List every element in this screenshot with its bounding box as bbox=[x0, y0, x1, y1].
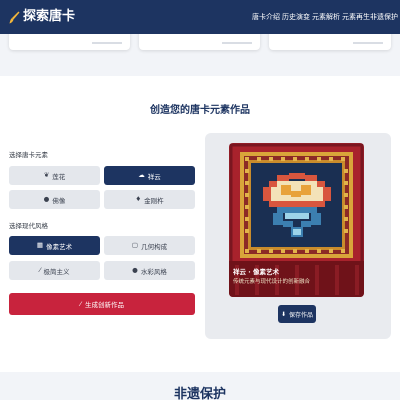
previous-section-cards bbox=[0, 34, 400, 54]
style-option-watercolor[interactable]: ● 水彩风格 bbox=[104, 261, 195, 280]
nav-link-elements[interactable]: 元素解析 bbox=[312, 13, 340, 22]
brush-icon: ⁄ bbox=[39, 266, 41, 275]
info-card bbox=[139, 34, 260, 50]
save-button[interactable]: ⬇ 保存作品 bbox=[278, 305, 316, 323]
generate-button[interactable]: ⁄ 生成创新作品 bbox=[9, 293, 195, 315]
style-option-pixel[interactable]: ▦ 像素艺术 bbox=[9, 236, 100, 255]
leaf-icon: ❦ bbox=[43, 171, 50, 180]
top-navbar: 探索唐卡 唐卡介绍 历史演变 元素解析 元素再生 非遗保护 bbox=[0, 0, 400, 34]
magic-wand-icon: ⁄ bbox=[79, 300, 82, 308]
cloud-icon: ☁ bbox=[138, 171, 145, 180]
brand-logo[interactable]: 探索唐卡 bbox=[9, 8, 75, 26]
artwork-caption-subtitle: 传统元素与现代设计的创新融合 bbox=[233, 279, 311, 285]
element-option-buddha[interactable]: ● 佛像 bbox=[9, 190, 100, 209]
grid-icon: ▦ bbox=[36, 241, 44, 250]
artwork-caption-title: 祥云 · 像素艺术 bbox=[233, 268, 279, 276]
nav-link-heritage[interactable]: 非遗保护 bbox=[370, 13, 398, 22]
style-option-minimal[interactable]: ⁄ 极简主义 bbox=[9, 261, 100, 280]
element-option-vajra[interactable]: ♦ 金刚杵 bbox=[104, 190, 195, 209]
create-section-title: 创造您的唐卡元素作品 bbox=[150, 105, 250, 116]
style-option-geometric[interactable]: ▢ 几何构成 bbox=[104, 236, 195, 255]
drop-icon: ● bbox=[132, 266, 138, 275]
heritage-section-title: 非遗保护 bbox=[173, 387, 226, 400]
nav-link-regeneration[interactable]: 元素再生 bbox=[342, 13, 370, 22]
info-card bbox=[269, 34, 391, 50]
nav-link-intro[interactable]: 唐卡介绍 bbox=[252, 13, 280, 22]
element-group-label: 选择唐卡元素 bbox=[9, 151, 48, 159]
element-option-lotus[interactable]: ❦ 莲花 bbox=[9, 166, 100, 185]
info-card bbox=[9, 34, 130, 50]
brand-name: 探索唐卡 bbox=[23, 9, 76, 24]
shape-icon: ▢ bbox=[131, 241, 139, 250]
download-icon: ⬇ bbox=[280, 310, 286, 318]
vajra-icon: ♦ bbox=[135, 195, 142, 204]
buddha-icon: ● bbox=[43, 195, 50, 204]
style-group-label: 选择现代风格 bbox=[9, 222, 48, 230]
brush-icon bbox=[9, 11, 20, 23]
element-option-cloud[interactable]: ☁ 祥云 bbox=[104, 166, 195, 185]
nav-link-history[interactable]: 历史演变 bbox=[282, 13, 310, 22]
